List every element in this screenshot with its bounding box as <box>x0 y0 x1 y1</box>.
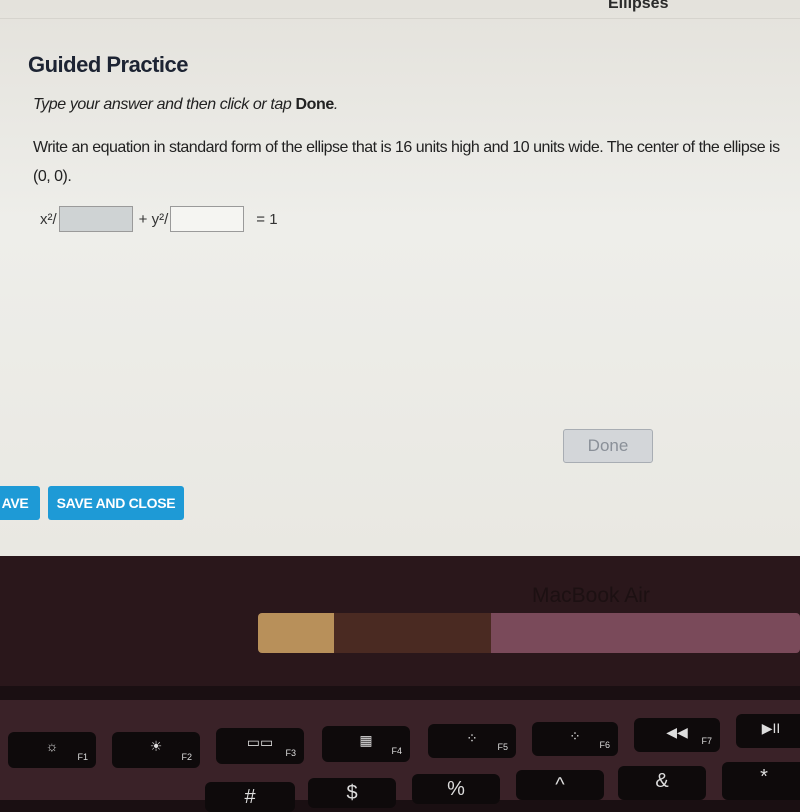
key-symbol: % <box>447 778 465 800</box>
pen-object <box>258 613 800 653</box>
key-label: F1 <box>77 752 88 762</box>
key-f3[interactable]: ▭▭ F3 <box>216 728 304 764</box>
x-term: x²/ <box>40 210 57 228</box>
key-f7[interactable]: ◀◀ F7 <box>634 718 720 752</box>
save-button[interactable]: AVE <box>0 486 40 520</box>
key-symbol: & <box>655 770 669 792</box>
y-denominator-input[interactable] <box>170 206 245 232</box>
key-label: F6 <box>599 740 610 750</box>
key-label: F2 <box>181 752 192 762</box>
equals-one: = 1 <box>256 210 278 228</box>
page-title: Guided Practice <box>28 52 189 77</box>
key-label: F5 <box>497 742 508 752</box>
key-f5[interactable]: ⁘ F5 <box>428 724 516 758</box>
screen: Ellipses Guided Practice Type your answe… <box>0 0 800 556</box>
key-f8[interactable]: ▶II <box>736 714 800 748</box>
question-text: Write an equation in standard form of th… <box>33 139 780 185</box>
key-3[interactable]: # <box>205 782 295 812</box>
unit-title: Ellipses <box>608 0 669 12</box>
equation: x²/ + y²/ = 1 <box>40 206 278 232</box>
key-f1[interactable]: ☼ F1 <box>8 732 96 768</box>
play-pause-icon: ▶II <box>761 720 781 736</box>
key-label: F7 <box>701 736 712 746</box>
key-label: F4 <box>391 746 402 756</box>
key-7[interactable]: & <box>618 766 706 800</box>
done-button[interactable]: Done <box>563 429 653 463</box>
key-f4[interactable]: ▦ F4 <box>322 726 410 762</box>
key-symbol: # <box>244 786 256 808</box>
key-symbol: ^ <box>555 774 565 796</box>
x-denominator-input[interactable] <box>58 206 133 232</box>
instruction-period: . <box>333 96 338 113</box>
key-label: F3 <box>285 748 296 758</box>
key-f2[interactable]: ☀ F2 <box>112 732 200 768</box>
key-symbol: * <box>760 766 768 788</box>
instruction-text: Type your answer and then click or tap <box>33 96 296 113</box>
key-symbol: $ <box>346 782 358 804</box>
save-and-close-button[interactable]: SAVE AND CLOSE <box>48 486 184 520</box>
key-f6[interactable]: ⁘ F6 <box>532 722 618 756</box>
key-6[interactable]: ^ <box>516 770 604 800</box>
instruction-done: Done <box>295 96 334 113</box>
keyboard: ☼ F1 ☀ F2 ▭▭ F3 ▦ F4 ⁘ F5 ⁘ F6 ◀◀ F7 ▶II # $ % … <box>0 700 800 812</box>
brand-label: MacBook Air <box>532 584 650 607</box>
instruction: Type your answer and then click or tap D… <box>33 96 338 114</box>
header-bar: Ellipses <box>0 0 800 19</box>
y-term: + y²/ <box>138 210 169 228</box>
key-4[interactable]: $ <box>308 778 396 808</box>
key-8[interactable]: * <box>722 762 800 800</box>
